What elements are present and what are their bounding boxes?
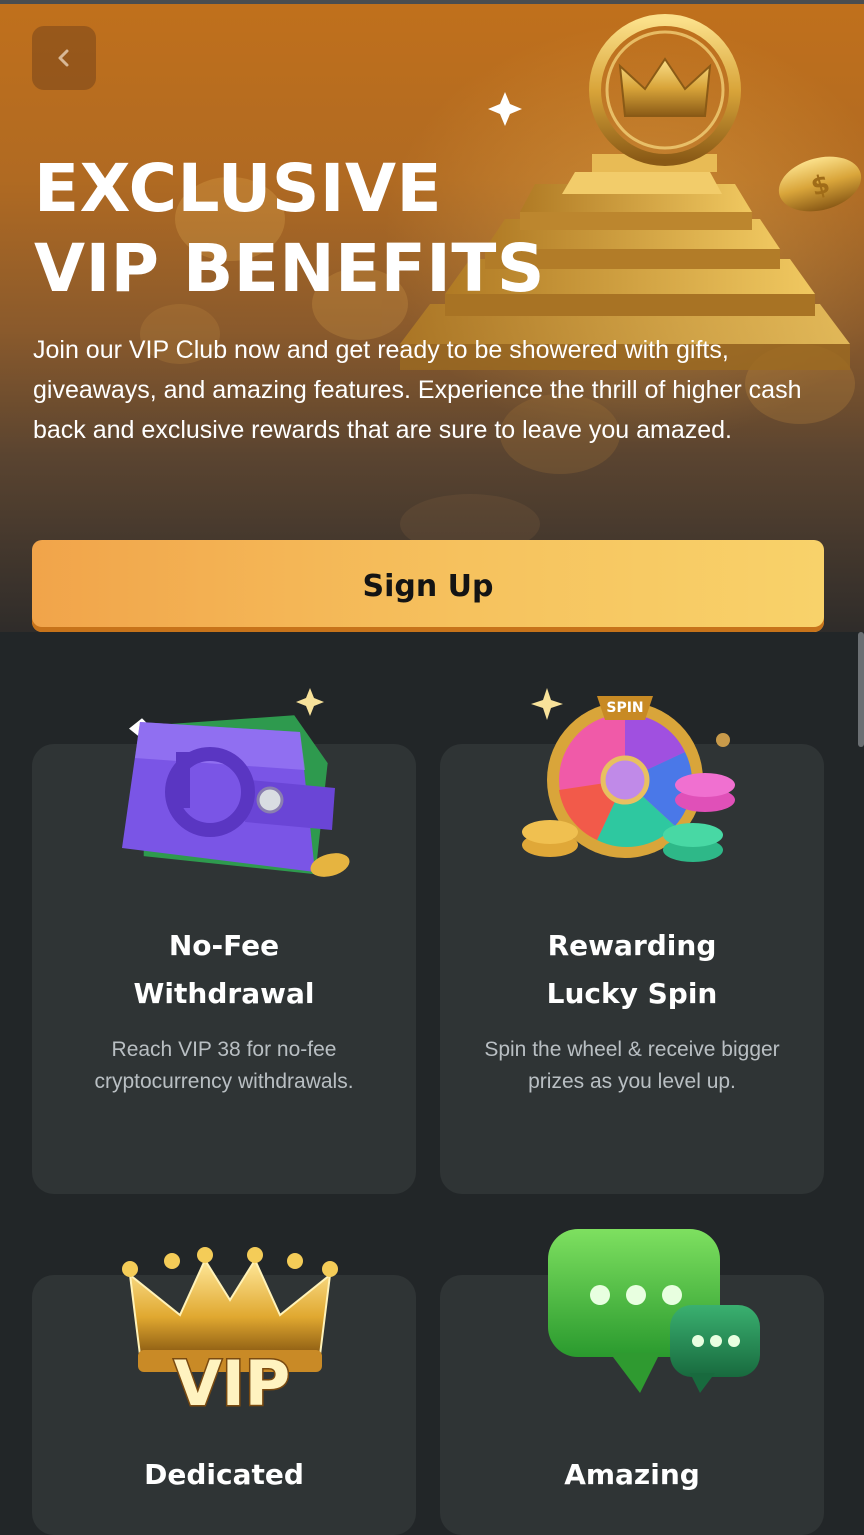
vip-crown-icon: VIP	[122, 1247, 338, 1422]
benefit-title-line-1: Amazing	[564, 1458, 700, 1491]
title-line-1: EXCLUSIVE	[34, 150, 443, 227]
benefit-title-line-1: No-Fee	[168, 929, 280, 962]
benefit-description-line-2: prizes as you level up.	[528, 1070, 736, 1093]
spin-wheel-icon: SPIN	[522, 688, 735, 862]
sign-up-button[interactable]: Sign Up	[32, 540, 824, 632]
page-title: EXCLUSIVE VIP BENEFITS	[34, 149, 545, 309]
back-button[interactable]	[32, 26, 96, 90]
chat-bubble-icon	[548, 1229, 760, 1393]
wallet-icon	[122, 688, 350, 877]
benefit-title-line-1: Rewarding	[547, 929, 717, 962]
gold-podium-illustration: $	[140, 14, 862, 554]
wheel-label: SPIN	[606, 700, 643, 716]
scrollbar[interactable]	[858, 632, 864, 747]
chevron-left-icon	[58, 49, 69, 67]
benefit-description-line-1: Spin the wheel & receive bigger	[484, 1038, 780, 1061]
benefit-title-line-2: Withdrawal	[133, 977, 315, 1010]
vip-badge-text: VIP	[174, 1347, 291, 1420]
title-line-2: VIP BENEFITS	[34, 230, 545, 307]
hero-description: Join our VIP Club now and get ready to b…	[33, 336, 802, 444]
benefit-description-line-2: cryptocurrency withdrawals.	[94, 1070, 354, 1093]
benefit-title-line-1: Dedicated	[144, 1458, 304, 1491]
benefit-description-line-1: Reach VIP 38 for no-fee	[111, 1038, 337, 1061]
hero-banner: $ EXCLUSIVE VIP BENEFITS Join our VIP Cl…	[0, 4, 864, 632]
benefit-title-line-2: Lucky Spin	[546, 977, 718, 1010]
